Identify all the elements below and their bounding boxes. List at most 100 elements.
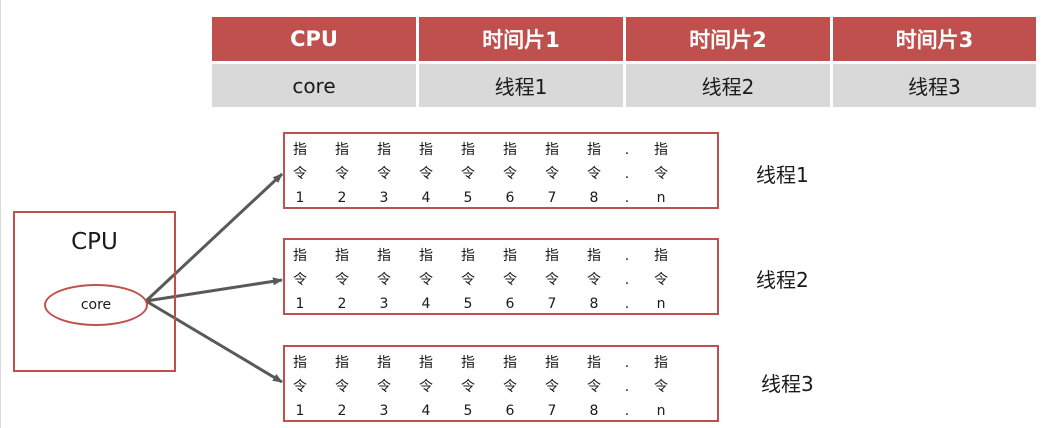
instruction-char-ling: 令 xyxy=(335,379,349,395)
instruction-number: 7 xyxy=(547,296,557,312)
instruction-number: 4 xyxy=(421,296,431,312)
instruction-9: ... xyxy=(617,244,637,316)
instruction-1: 指令 1 xyxy=(290,138,310,210)
instruction-char-ling: 令 xyxy=(293,272,307,288)
instruction-char-ling: 令 xyxy=(503,166,517,182)
instruction-number: 2 xyxy=(337,190,347,206)
instruction-char-zhi: 指 xyxy=(293,142,307,158)
instruction-9: ... xyxy=(617,138,637,210)
instruction-char-ling: 令 xyxy=(419,272,433,288)
instruction-number: 6 xyxy=(505,296,515,312)
instruction-char-zhi: 指 xyxy=(419,355,433,371)
instruction-char-zhi: 指 xyxy=(461,355,475,371)
instruction-2: 指令 2 xyxy=(332,351,352,423)
instruction-number: 1 xyxy=(295,190,305,206)
instruction-char-zhi: 指 xyxy=(545,142,559,158)
instruction-number: 8 xyxy=(589,403,599,419)
instruction-number: 6 xyxy=(505,403,515,419)
instruction-char-zhi: 指 xyxy=(545,248,559,264)
instruction-8: 指令 8 xyxy=(584,244,604,316)
instruction-char-zhi: 指 xyxy=(335,355,349,371)
instruction-ellipsis-dot: . xyxy=(624,166,630,182)
instruction-2: 指令 2 xyxy=(332,138,352,210)
instruction-number: 2 xyxy=(337,403,347,419)
instruction-char-zhi: 指 xyxy=(293,248,307,264)
instruction-4: 指令 4 xyxy=(416,351,436,423)
instruction-char-ling: 令 xyxy=(654,166,668,182)
instruction-char-ling: 令 xyxy=(461,166,475,182)
instruction-char-zhi: 指 xyxy=(587,248,601,264)
instruction-char-ling: 令 xyxy=(461,272,475,288)
instruction-ellipsis-dot: . xyxy=(624,379,630,395)
instruction-number: 5 xyxy=(463,190,473,206)
instruction-number: 1 xyxy=(295,403,305,419)
instruction-char-ling: 令 xyxy=(335,272,349,288)
instruction-4: 指令 4 xyxy=(416,244,436,316)
instruction-char-ling: 令 xyxy=(335,166,349,182)
thread-label-1: 线程1 xyxy=(756,163,809,187)
instruction-char-ling: 令 xyxy=(419,166,433,182)
instruction-number: 5 xyxy=(463,296,473,312)
instruction-char-ling: 令 xyxy=(419,379,433,395)
instruction-char-zhi: 指 xyxy=(503,248,517,264)
instruction-char-zhi: 指 xyxy=(419,248,433,264)
instruction-char-ling: 令 xyxy=(545,379,559,395)
instruction-char-ling: 令 xyxy=(654,272,668,288)
instruction-char-zhi: 指 xyxy=(545,355,559,371)
instruction-1: 指令 1 xyxy=(290,351,310,423)
instruction-10: 指令n xyxy=(651,244,671,316)
instruction-char-zhi: 指 xyxy=(461,248,475,264)
instruction-number: 4 xyxy=(421,190,431,206)
instruction-char-ling: 令 xyxy=(377,379,391,395)
instruction-ellipsis-dot: . xyxy=(624,142,630,158)
instruction-6: 指令 6 xyxy=(500,351,520,423)
instruction-number: 8 xyxy=(589,296,599,312)
instruction-char-zhi: 指 xyxy=(293,355,307,371)
instruction-1: 指令 1 xyxy=(290,244,310,316)
instruction-char-ling: 令 xyxy=(654,379,668,395)
instruction-number: 2 xyxy=(337,296,347,312)
instruction-5: 指令 5 xyxy=(458,244,478,316)
instruction-char-zhi: 指 xyxy=(654,355,668,371)
instruction-ellipsis-dot: . xyxy=(624,190,630,206)
instruction-7: 指令 7 xyxy=(542,351,562,423)
instruction-4: 指令 4 xyxy=(416,138,436,210)
instruction-char-ling: 令 xyxy=(587,379,601,395)
instruction-number: 7 xyxy=(547,190,557,206)
instruction-char-zhi: 指 xyxy=(377,248,391,264)
core-label: core xyxy=(80,297,112,313)
cpu-label: CPU xyxy=(71,229,118,255)
instruction-number: 7 xyxy=(547,403,557,419)
instruction-number: 3 xyxy=(379,190,389,206)
instruction-ellipsis-dot: . xyxy=(624,296,630,312)
instruction-5: 指令 5 xyxy=(458,351,478,423)
instruction-9: ... xyxy=(617,351,637,423)
instruction-ellipsis-dot: . xyxy=(624,248,630,264)
instruction-char-zhi: 指 xyxy=(654,142,668,158)
thread-3-instruction-box: 指令1指令2指令3指令4指令5指令6指令7指令8...指令n xyxy=(283,345,719,422)
instruction-char-ling: 令 xyxy=(545,272,559,288)
instruction-10: 指令n xyxy=(651,138,671,210)
instruction-8: 指令 8 xyxy=(584,138,604,210)
instruction-ellipsis-dot: . xyxy=(624,355,630,371)
instruction-number: 6 xyxy=(505,190,515,206)
instruction-5: 指令 5 xyxy=(458,138,478,210)
instruction-char-ling: 令 xyxy=(377,166,391,182)
instruction-char-zhi: 指 xyxy=(654,248,668,264)
instruction-number: n xyxy=(656,296,666,312)
instruction-char-zhi: 指 xyxy=(419,142,433,158)
instruction-char-zhi: 指 xyxy=(377,355,391,371)
instruction-7: 指令 7 xyxy=(542,244,562,316)
instruction-char-zhi: 指 xyxy=(461,142,475,158)
instruction-number: 8 xyxy=(589,190,599,206)
instruction-3: 指令 3 xyxy=(374,244,394,316)
instruction-char-ling: 令 xyxy=(293,166,307,182)
instruction-number: 3 xyxy=(379,296,389,312)
instruction-char-ling: 令 xyxy=(293,379,307,395)
instruction-number: n xyxy=(656,403,666,419)
thread-label-3: 线程3 xyxy=(761,372,814,396)
instruction-6: 指令 6 xyxy=(500,138,520,210)
thread-label-2: 线程2 xyxy=(756,268,809,292)
instruction-char-zhi: 指 xyxy=(587,142,601,158)
instruction-char-zhi: 指 xyxy=(335,142,349,158)
